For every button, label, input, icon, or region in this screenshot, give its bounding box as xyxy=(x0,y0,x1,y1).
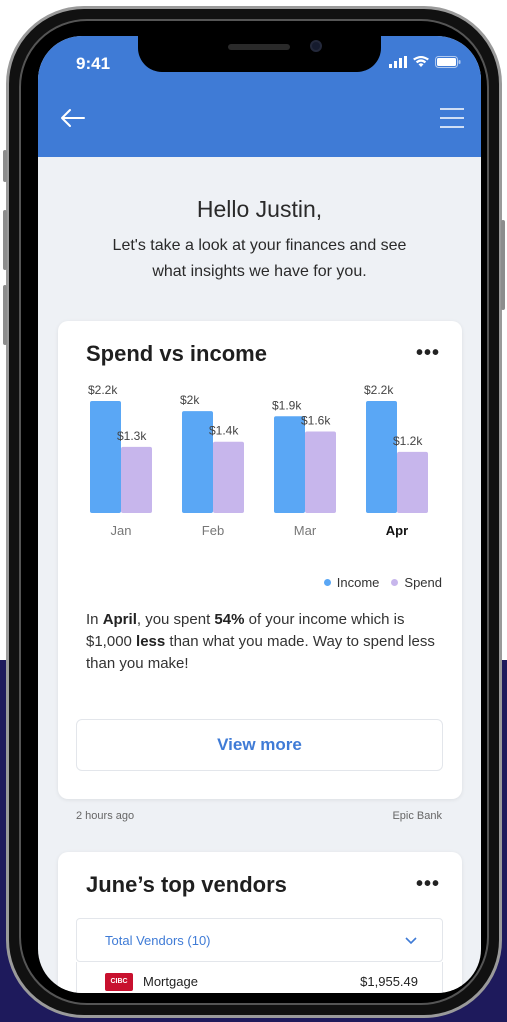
app-screen: 9:41 Hello Justin, Let's take a look at … xyxy=(38,36,481,993)
bar-spend-jan xyxy=(121,446,152,513)
x-tick-mar: Mar xyxy=(294,523,317,538)
legend-dot-spend xyxy=(391,579,399,586)
data-label-spend-mar: $1.6k xyxy=(301,414,331,428)
chevron-down-icon xyxy=(405,937,417,945)
data-label-income-mar: $1.9k xyxy=(272,398,302,412)
timestamp: 2 hours ago xyxy=(76,810,135,822)
more-options-icon[interactable]: ••• xyxy=(416,343,440,363)
card-title: Spend vs income xyxy=(86,341,267,366)
data-label-spend-apr: $1.2k xyxy=(393,434,423,448)
card-meta: 2 hours ago Epic Bank xyxy=(76,810,442,822)
volume-up-button xyxy=(3,210,7,270)
greeting: Hello Justin, Let's take a look at your … xyxy=(38,196,481,285)
legend-label-income: Income xyxy=(336,575,380,590)
notch xyxy=(138,36,381,72)
data-label-income-apr: $2.2k xyxy=(364,383,394,397)
x-tick-feb: Feb xyxy=(202,523,224,538)
data-label-spend-jan: $1.3k xyxy=(117,429,147,443)
chart-legend: Income Spend xyxy=(323,575,442,590)
bar-income-apr xyxy=(366,401,397,513)
spend-vs-income-card: Spend vs income ••• $2.2k $1.3k Jan $2k $1.4… xyxy=(58,321,462,799)
more-options-icon[interactable]: ••• xyxy=(416,874,440,894)
legend-item-income: Income xyxy=(323,575,380,590)
view-more-button[interactable]: View more xyxy=(76,719,443,771)
data-label-income-jan: $2.2k xyxy=(88,383,118,397)
bank-name: Epic Bank xyxy=(392,810,442,822)
vendor-amount: $1,955.49 xyxy=(360,974,418,989)
vendor-filter-label: Total Vendors (10) xyxy=(105,932,211,948)
bar-spend-apr xyxy=(397,451,428,513)
top-vendors-card: June’s top vendors ••• Total Vendors (10… xyxy=(58,852,462,993)
volume-down-button xyxy=(3,285,7,345)
bar-spend-feb xyxy=(213,441,244,513)
insight-month: April xyxy=(102,611,137,628)
insight-percent: 54% xyxy=(214,611,245,628)
status-icons xyxy=(389,56,461,68)
bar-income-mar xyxy=(274,416,305,513)
hamburger-menu-icon[interactable] xyxy=(439,107,465,129)
cibc-logo: CIBC xyxy=(105,972,133,991)
status-time: 9:41 xyxy=(76,54,111,73)
speaker-grille xyxy=(228,44,290,50)
signal-icon xyxy=(389,56,407,68)
card-title: June’s top vendors xyxy=(86,872,287,897)
power-button xyxy=(501,220,505,310)
data-label-spend-feb: $1.4k xyxy=(209,424,239,438)
insight-part1: In xyxy=(86,611,103,628)
bar-income-jan xyxy=(90,401,121,513)
x-tick-apr: Apr xyxy=(386,523,408,538)
vendor-row[interactable]: CIBC Mortgage $1,955.49 xyxy=(76,962,443,993)
insight-less: less xyxy=(136,633,166,650)
wifi-icon xyxy=(413,56,429,67)
vendor-name: Mortgage xyxy=(143,974,198,989)
insight-part2: , you spent xyxy=(136,611,215,628)
battery-icon xyxy=(435,56,461,68)
mute-switch xyxy=(3,150,7,182)
legend-item-spend: Spend xyxy=(391,575,442,590)
spend-income-chart: $2.2k $1.3k Jan $2k $1.4k Feb $1.9k $1.6k Mar $2.… xyxy=(88,383,428,538)
bar-spend-mar xyxy=(305,431,336,513)
vendor-filter-dropdown[interactable]: Total Vendors (10) xyxy=(76,918,443,962)
app-bar: 9:41 xyxy=(38,36,481,157)
arrow-left-icon[interactable] xyxy=(58,106,88,130)
greeting-subtitle: Let's take a look at your finances and s… xyxy=(112,237,407,280)
legend-label-spend: Spend xyxy=(404,575,442,590)
greeting-title: Hello Justin, xyxy=(196,196,323,222)
insight-text: In April, you spent 54% of your income w… xyxy=(86,609,446,675)
front-camera xyxy=(310,40,322,52)
legend-dot-income xyxy=(323,579,331,586)
data-label-income-feb: $2k xyxy=(180,393,200,407)
x-tick-jan: Jan xyxy=(111,523,132,538)
